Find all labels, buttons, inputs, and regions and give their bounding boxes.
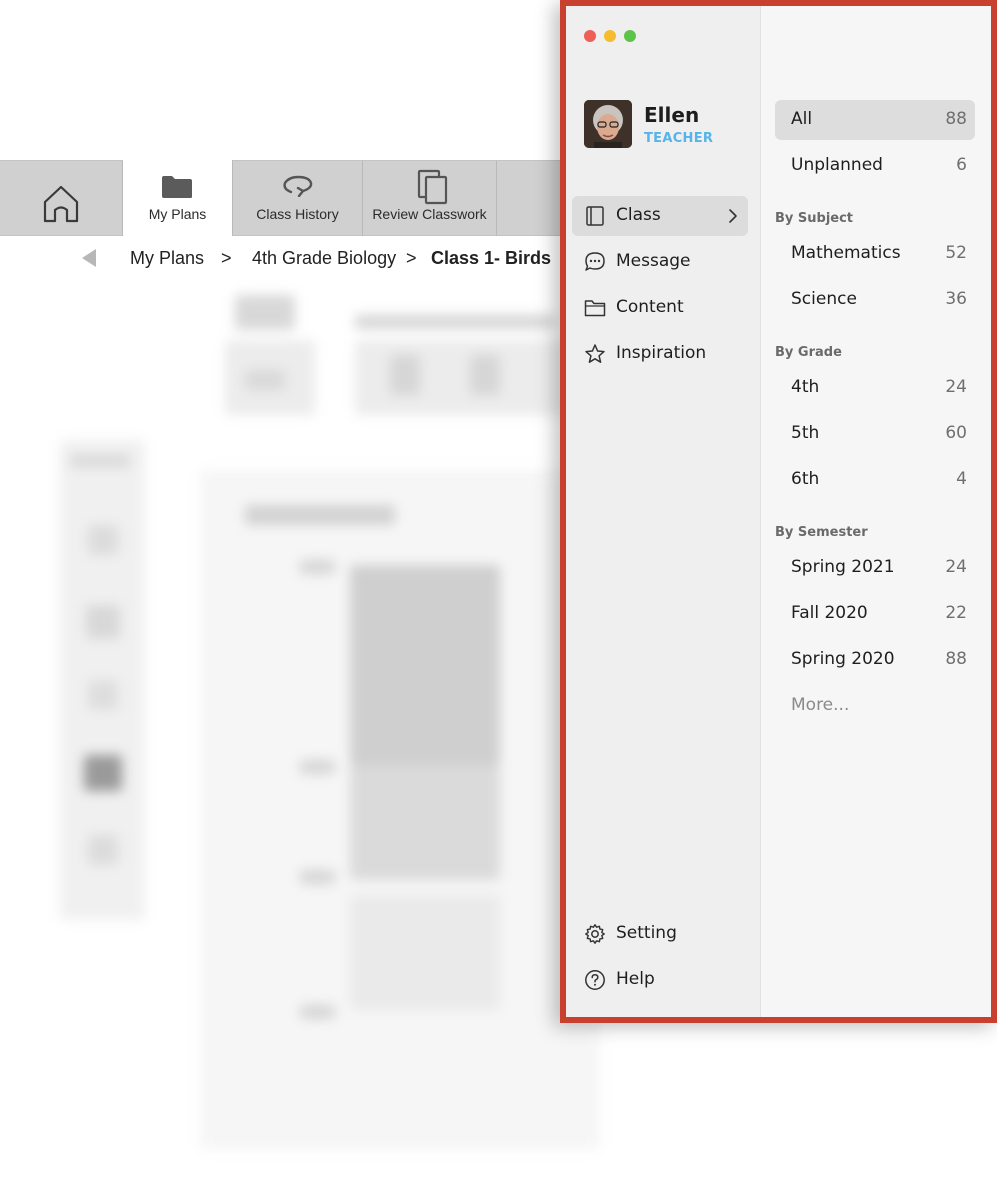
filter-label: Fall 2020	[791, 603, 868, 623]
filter-label: Spring 2020	[791, 649, 895, 669]
filter-label: All	[791, 109, 813, 129]
breadcrumb-separator: >	[406, 248, 417, 268]
filter-label: Unplanned	[791, 155, 883, 175]
nav-item-content[interactable]: Content	[572, 288, 748, 328]
screen: My Plans Class History Review Classwork …	[0, 0, 997, 1185]
filter-count: 4	[956, 469, 967, 489]
window-close-button[interactable]	[584, 30, 596, 42]
breadcrumb-item-course[interactable]: 4th Grade Biology	[252, 248, 396, 269]
copy-icon	[417, 169, 448, 205]
filter-column: All 88 Unplanned 6 By Subject Mathematic…	[761, 6, 991, 1017]
filter-count: 24	[945, 377, 967, 397]
section-title-by-semester: By Semester	[775, 525, 868, 540]
more-label: More...	[791, 695, 850, 715]
sidebar-panel: Ellen TEACHER Class Message Content Insp…	[560, 0, 997, 1023]
filter-grade-5th[interactable]: 5th 60	[775, 414, 975, 454]
filter-count: 22	[945, 603, 967, 623]
filter-count: 60	[945, 423, 967, 443]
book-icon	[586, 206, 604, 226]
filter-label: Science	[791, 289, 857, 309]
nav-item-label: Message	[616, 251, 691, 271]
breadcrumb: My Plans > 4th Grade Biology > Class 1- …	[0, 236, 600, 280]
sidebar-nav-column: Ellen TEACHER Class Message Content Insp…	[566, 6, 761, 1017]
window-zoom-button[interactable]	[624, 30, 636, 42]
folder-icon	[584, 300, 606, 317]
section-title-by-grade: By Grade	[775, 345, 842, 360]
tab-home[interactable]	[0, 161, 123, 236]
filter-count: 88	[945, 649, 967, 669]
filter-subject-science[interactable]: Science 36	[775, 280, 975, 320]
avatar[interactable]	[584, 100, 632, 148]
filter-count: 6	[956, 155, 967, 175]
filter-label: Mathematics	[791, 243, 901, 263]
filter-count: 52	[945, 243, 967, 263]
tab-review-classwork[interactable]: Review Classwork	[363, 161, 497, 236]
nav-item-message[interactable]: Message	[572, 242, 748, 282]
tab-my-plans[interactable]: My Plans	[123, 160, 233, 236]
filter-label: 6th	[791, 469, 820, 489]
user-role: TEACHER	[644, 131, 714, 146]
breadcrumb-item-my-plans[interactable]: My Plans	[130, 248, 204, 269]
replay-icon	[283, 175, 313, 197]
nav-item-class[interactable]: Class	[572, 196, 748, 236]
section-title-by-subject: By Subject	[775, 211, 854, 226]
home-icon	[43, 185, 79, 222]
filter-semester-spring-2021[interactable]: Spring 2021 24	[775, 548, 975, 588]
filter-all[interactable]: All 88	[775, 100, 975, 140]
blurred-background-content	[0, 285, 600, 1165]
top-tab-bar: My Plans Class History Review Classwork	[0, 160, 600, 236]
chat-bubble-icon	[585, 252, 605, 271]
filter-more-link[interactable]: More...	[775, 686, 975, 726]
user-name: Ellen	[644, 103, 700, 127]
star-icon	[585, 344, 605, 363]
breadcrumb-item-current: Class 1- Birds	[431, 248, 552, 268]
nav-item-label: Inspiration	[616, 343, 707, 363]
window-minimize-button[interactable]	[604, 30, 616, 42]
filter-count: 88	[945, 109, 967, 129]
filter-label: 4th	[791, 377, 820, 397]
nav-item-label: Class	[616, 205, 661, 225]
filter-semester-fall-2020[interactable]: Fall 2020 22	[775, 594, 975, 634]
filter-label: Spring 2021	[791, 557, 895, 577]
nav-item-setting[interactable]: Setting	[572, 914, 748, 954]
nav-item-label: Content	[616, 297, 684, 317]
tab-my-plans-label: My Plans	[148, 206, 207, 222]
tab-class-history-label: Class History	[256, 206, 339, 222]
user-photo	[584, 100, 632, 148]
filter-grade-6th[interactable]: 6th 4	[775, 460, 975, 500]
nav-item-inspiration[interactable]: Inspiration	[572, 334, 748, 374]
chevron-right-icon	[729, 209, 737, 223]
folder-icon	[162, 176, 192, 198]
nav-item-help[interactable]: Help	[572, 960, 748, 1000]
tab-review-classwork-label: Review Classwork	[372, 206, 487, 222]
help-icon	[585, 970, 605, 990]
filter-unplanned[interactable]: Unplanned 6	[775, 146, 975, 186]
filter-count: 36	[945, 289, 967, 309]
gear-icon	[585, 924, 605, 944]
filter-subject-mathematics[interactable]: Mathematics 52	[775, 234, 975, 274]
tab-class-history[interactable]: Class History	[233, 161, 363, 236]
filter-semester-spring-2020[interactable]: Spring 2020 88	[775, 640, 975, 680]
nav-item-label: Help	[616, 969, 655, 989]
filter-grade-4th[interactable]: 4th 24	[775, 368, 975, 408]
nav-item-label: Setting	[616, 923, 677, 943]
back-arrow-icon[interactable]	[80, 248, 98, 268]
breadcrumb-separator: >	[221, 248, 232, 268]
filter-count: 24	[945, 557, 967, 577]
filter-label: 5th	[791, 423, 820, 443]
